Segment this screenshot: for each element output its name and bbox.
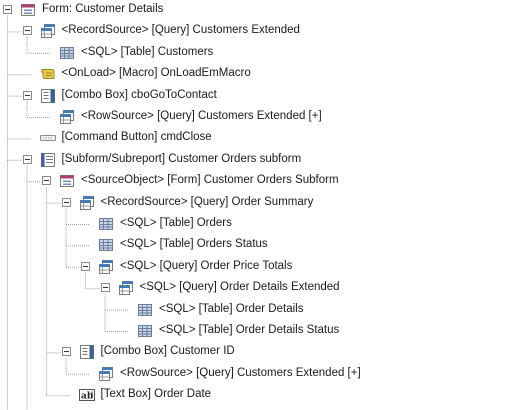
tree-item-label: <SQL> [Table] Order Details Status: [159, 324, 340, 336]
collapse-toggle-icon[interactable]: [61, 197, 71, 207]
text-box-icon: ab: [78, 387, 95, 403]
tree-row[interactable]: [Combo Box] cboGoToContact: [0, 87, 508, 105]
table-icon: [59, 45, 75, 61]
query-icon: [59, 109, 75, 125]
tree-row[interactable]: <SQL> [Table] Customers: [0, 44, 508, 62]
table-icon: [137, 323, 153, 339]
tree-item-label: <OnLoad> [Macro] OnLoadEmMacro: [61, 67, 251, 80]
tree-row[interactable]: <SQL> [Table] Order Details Status: [0, 322, 508, 340]
dependency-tree: Form: Customer Details <RecordSource> [Q…: [0, 0, 508, 410]
collapse-toggle-icon[interactable]: [100, 283, 110, 293]
tree-item-label: <SQL> [Table] Customers: [81, 45, 214, 58]
collapse-toggle-icon[interactable]: [3, 5, 12, 14]
collapse-toggle-icon[interactable]: [81, 261, 90, 271]
collapse-toggle-icon[interactable]: [22, 26, 32, 36]
tree-row[interactable]: <RowSource> [Query] Customers Extended […: [0, 108, 508, 126]
collapse-toggle-icon[interactable]: [61, 347, 71, 357]
form-icon: [20, 2, 36, 18]
command-button-icon: [39, 130, 56, 146]
collapse-toggle-icon[interactable]: [22, 90, 32, 100]
tree-row[interactable]: ab [Text Box] Order Date: [0, 386, 508, 404]
tree-item-label: <SQL> [Table] Order Details: [159, 302, 304, 315]
table-icon: [98, 237, 114, 253]
macro-icon: [40, 66, 56, 82]
tree-row[interactable]: <SQL> [Table] Orders: [0, 215, 508, 233]
query-icon: [98, 259, 114, 275]
subform-icon: [40, 152, 56, 168]
tree-item-label: <SQL> [Query] Order Price Totals: [120, 259, 293, 272]
tree-row[interactable]: <SQL> [Query] Order Price Totals: [0, 258, 508, 276]
tree-item-label: <RecordSource> [Query] Customers Extende…: [61, 24, 300, 37]
tree-item-label: [Command Button] cmdClose: [61, 131, 212, 144]
tree-item-label: [Subform/Subreport] Customer Orders subf…: [61, 152, 302, 165]
tree-item-label: Form: Customer Details: [42, 3, 164, 15]
combo-box-icon: [79, 344, 95, 360]
tree-row[interactable]: <RecordSource> [Query] Order Summary: [0, 194, 508, 212]
query-icon: [79, 195, 95, 211]
tree-row[interactable]: [Combo Box] Customer ID: [0, 343, 508, 361]
tree-item-label: <SQL> [Table] Orders: [120, 217, 232, 229]
tree-row[interactable]: Form: Customer Details: [0, 1, 508, 19]
query-icon: [118, 280, 134, 296]
tree-item-label: [Text Box] Order Date: [100, 388, 212, 401]
tree-row[interactable]: [Command Button] cmdClose: [0, 129, 508, 147]
tree-item-label: [Combo Box] cboGoToContact: [61, 88, 217, 101]
tree-item-label: <RowSource> [Query] Customers Extended […: [81, 110, 322, 122]
tree-item-label: <SourceObject> [Form] Customer Orders Su…: [81, 174, 339, 187]
tree-row[interactable]: <RecordSource> [Query] Customers Extende…: [0, 22, 508, 40]
tree-item-label: <SQL> [Table] Orders Status: [120, 238, 268, 251]
tree-item-label: <SQL> [Query] Order Details Extended: [139, 281, 340, 294]
collapse-toggle-icon[interactable]: [42, 176, 51, 186]
collapse-toggle-icon[interactable]: [22, 154, 32, 164]
query-icon: [40, 23, 56, 39]
tree-row[interactable]: <RowSource> [Query] Customers Extended […: [0, 365, 508, 383]
table-icon: [98, 216, 114, 232]
tree-row[interactable]: <SourceObject> [Form] Customer Orders Su…: [0, 172, 508, 190]
table-icon: [137, 302, 153, 318]
tree-row[interactable]: <SQL> [Query] Order Details Extended: [0, 279, 508, 297]
tree-row[interactable]: <SQL> [Table] Orders Status: [0, 236, 508, 254]
tree-item-label: <RowSource> [Query] Customers Extended […: [120, 366, 361, 379]
svg-text:ab: ab: [81, 392, 93, 402]
tree-row[interactable]: <OnLoad> [Macro] OnLoadEmMacro: [0, 65, 508, 83]
tree-row[interactable]: [Subform/Subreport] Customer Orders subf…: [0, 151, 508, 169]
tree-item-label: <RecordSource> [Query] Order Summary: [100, 195, 314, 208]
form-icon: [59, 173, 75, 189]
tree-item-label: [Combo Box] Customer ID: [100, 345, 235, 358]
query-icon: [98, 366, 114, 382]
tree-row[interactable]: <SQL> [Table] Order Details: [0, 301, 508, 319]
combo-box-icon: [40, 88, 56, 104]
